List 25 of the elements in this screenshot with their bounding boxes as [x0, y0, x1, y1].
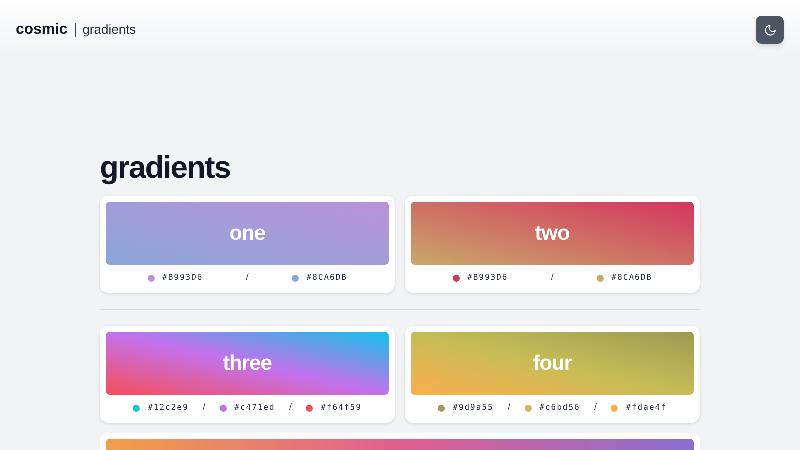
color-code[interactable]: #B993D6 — [468, 272, 508, 284]
color-code[interactable]: #c471ed — [234, 402, 276, 414]
separator: / — [508, 401, 510, 414]
separator: / — [551, 271, 554, 284]
separator: / — [290, 401, 292, 414]
color-code[interactable]: #12c2e9 — [148, 402, 189, 414]
color-code[interactable]: #9d9a55 — [453, 402, 494, 414]
gradient-name: one — [230, 220, 266, 247]
moon-icon — [764, 24, 776, 36]
color-code[interactable]: #fdae4f — [626, 402, 667, 414]
color-code[interactable]: #8CA6DB — [306, 272, 348, 284]
separator: / — [202, 401, 206, 414]
color-code[interactable]: #f64f59 — [321, 402, 362, 414]
color-code[interactable]: #8CA6DB — [612, 272, 652, 284]
section-name: gradients — [82, 21, 136, 40]
gradient-name: two — [535, 220, 570, 247]
color-code[interactable]: #B993D6 — [162, 272, 204, 284]
gradient-name: four — [533, 350, 572, 377]
color-code[interactable]: #c6bd56 — [540, 402, 580, 414]
theme-toggle-button[interactable] — [756, 16, 784, 44]
gradient-name: three — [223, 350, 272, 377]
separator: / — [594, 401, 598, 414]
page-title: gradients — [100, 150, 232, 186]
brand-name[interactable]: cosmic — [16, 18, 68, 42]
separator: / — [246, 271, 249, 284]
